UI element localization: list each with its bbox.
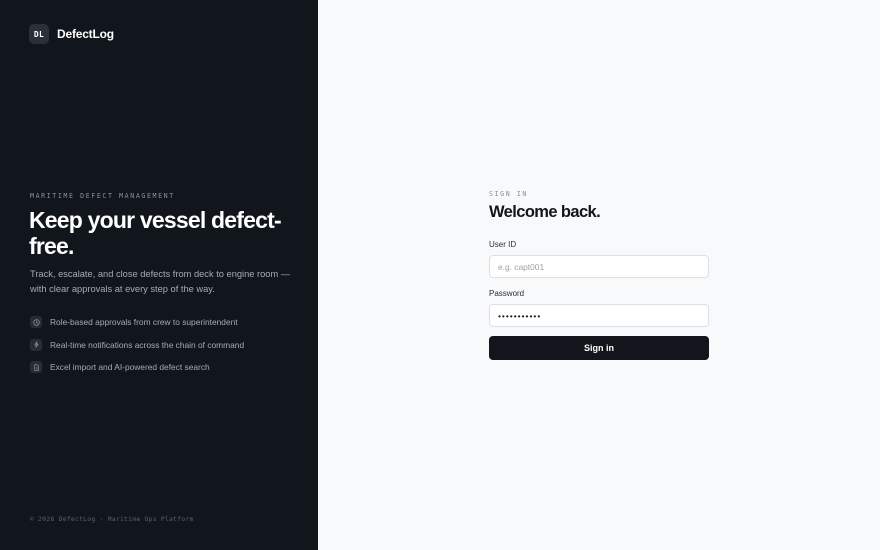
page-title: Welcome back. — [489, 203, 601, 221]
feature-item: Excel import and AI-powered defect searc… — [30, 356, 244, 379]
hero-description: Track, escalate, and close defects from … — [30, 269, 291, 294]
brand-panel: DL DefectLog MARITIME DEFECT MANAGEMENT … — [0, 0, 318, 550]
hero-headline: Keep your vessel defect-free. — [29, 207, 282, 259]
brand-logo: DL — [29, 24, 49, 44]
feature-text: Role-based approvals from crew to superi… — [50, 317, 238, 328]
brand: DL DefectLog — [29, 24, 114, 44]
clock-icon — [30, 316, 42, 329]
signin-kicker: SIGN IN — [489, 190, 528, 198]
hero-eyebrow: MARITIME DEFECT MANAGEMENT — [30, 192, 175, 200]
feature-list: Role-based approvals from crew to superi… — [30, 311, 244, 379]
feature-text: Excel import and AI-powered defect searc… — [50, 362, 210, 373]
password-input[interactable] — [489, 304, 709, 327]
feature-item: Role-based approvals from crew to superi… — [30, 311, 244, 334]
feature-item: Real-time notifications across the chain… — [30, 334, 244, 357]
password-label: Password — [489, 289, 525, 298]
feature-text: Real-time notifications across the chain… — [50, 339, 245, 350]
user-id-input[interactable] — [489, 255, 709, 278]
user-id-label: User ID — [489, 240, 517, 249]
sign-in-button[interactable]: Sign in — [489, 336, 709, 360]
footer-copyright: © 2026 DefectLog · Maritime Ops Platform — [30, 516, 194, 523]
signin-panel: SIGN IN Welcome back. User ID Password S… — [318, 0, 880, 550]
document-icon — [30, 361, 42, 374]
signin-form: SIGN IN Welcome back. User ID Password S… — [489, 190, 709, 360]
bolt-icon — [30, 338, 42, 351]
brand-name: DefectLog — [57, 27, 114, 41]
